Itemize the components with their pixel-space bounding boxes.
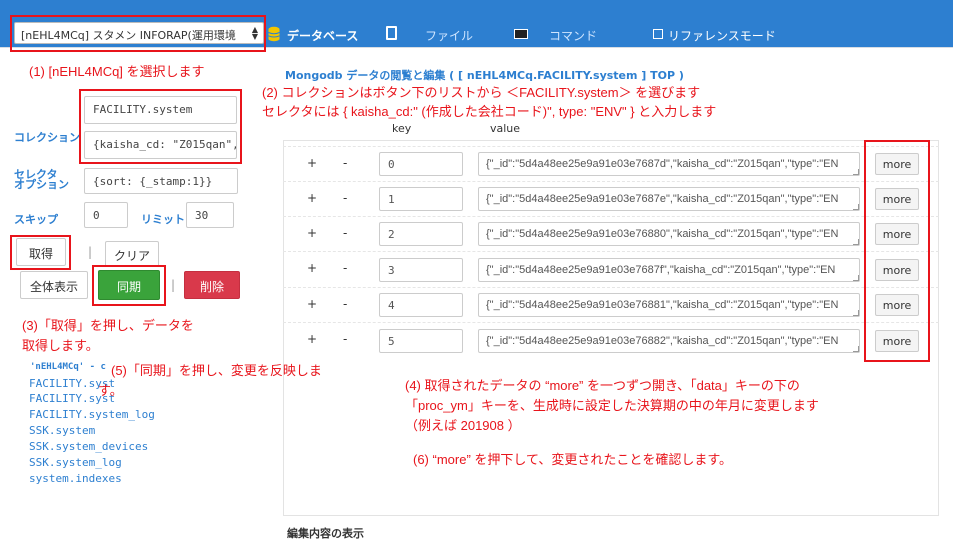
resize-handle-icon[interactable] <box>853 204 859 210</box>
key-input[interactable]: 4 <box>379 293 463 317</box>
edit-section-title: 編集内容の表示 <box>287 527 364 540</box>
reference-mode-label: リファレンスモード <box>668 29 776 43</box>
key-input[interactable]: 0 <box>379 152 463 176</box>
highlight-more-buttons <box>864 140 930 362</box>
collection-link[interactable]: system.indexes <box>29 472 122 485</box>
nav-command[interactable]: コマンド <box>549 27 597 44</box>
add-row-button[interactable]: + <box>307 297 317 311</box>
limit-label: リミット <box>141 213 185 226</box>
page-title: Mongodb データの閲覧と編集 ( [ nEHL4MCq.FACILITY.… <box>285 69 684 82</box>
table-row: + - 5 {"_id":"5d4a48ee25e9a91e03e76882",… <box>283 322 939 356</box>
collection-link[interactable]: SSK.system_log <box>29 456 122 469</box>
value-input[interactable]: {"_id":"5d4a48ee25e9a91e03e76881","kaish… <box>478 293 860 317</box>
add-row-button[interactable]: + <box>307 191 317 205</box>
resize-handle-icon[interactable] <box>853 310 859 316</box>
key-input[interactable]: 3 <box>379 258 463 282</box>
key-column-header: key <box>392 122 412 135</box>
file-icon <box>386 26 397 40</box>
remove-row-button[interactable]: - <box>343 332 347 346</box>
annotation-step3-line1: (3)「取得」を押し、データを <box>22 318 194 333</box>
remove-row-button[interactable]: - <box>343 297 347 311</box>
remove-row-button[interactable]: - <box>343 191 347 205</box>
add-row-button[interactable]: + <box>307 226 317 240</box>
highlight-get-button <box>10 235 71 270</box>
highlight-sync-button <box>92 265 166 306</box>
highlight-collection-selector <box>79 89 242 164</box>
value-input[interactable]: {"_id":"5d4a48ee25e9a91e03e76882","kaish… <box>478 329 860 353</box>
table-row: + - 0 {"_id":"5d4a48ee25e9a91e03e7687d",… <box>283 146 939 180</box>
key-input[interactable]: 2 <box>379 222 463 246</box>
add-row-button[interactable]: + <box>307 261 317 275</box>
value-column-header: value <box>490 122 521 135</box>
button-separator-2: | <box>171 278 176 292</box>
add-row-button[interactable]: + <box>307 156 317 170</box>
collection-link[interactable]: SSK.system <box>29 424 95 437</box>
annotation-step2-line1: (2) コレクションはボタン下のリストから ＜FACILITY.system＞ … <box>262 85 701 100</box>
reference-mode-checkbox[interactable] <box>653 29 663 39</box>
remove-row-button[interactable]: - <box>343 156 347 170</box>
annotation-step5-line2: す。 <box>98 383 123 398</box>
skip-input[interactable]: 0 <box>84 202 128 228</box>
key-input[interactable]: 5 <box>379 329 463 353</box>
option-label: オプション <box>14 178 69 191</box>
resize-handle-icon[interactable] <box>853 239 859 245</box>
nav-database[interactable]: データベース <box>287 27 358 44</box>
remove-row-button[interactable]: - <box>343 261 347 275</box>
value-input[interactable]: {"_id":"5d4a48ee25e9a91e03e76880","kaish… <box>478 222 860 246</box>
button-separator: | <box>88 245 93 259</box>
nav-file[interactable]: ファイル <box>425 27 473 44</box>
table-row: + - 2 {"_id":"5d4a48ee25e9a91e03e76880",… <box>283 216 939 250</box>
show-all-button[interactable]: 全体表示 <box>20 271 88 299</box>
table-row: + - 4 {"_id":"5d4a48ee25e9a91e03e76881",… <box>283 287 939 321</box>
resize-handle-icon[interactable] <box>853 275 859 281</box>
option-input[interactable]: {sort: {_stamp:1}} <box>84 168 238 194</box>
collections-header: 'nEHL4MCq' - c <box>30 362 106 372</box>
terminal-icon <box>514 29 528 39</box>
highlight-env-select <box>10 15 266 52</box>
key-input[interactable]: 1 <box>379 187 463 211</box>
database-icon <box>268 26 280 42</box>
collection-label: コレクション <box>14 131 80 144</box>
table-row: + - 3 {"_id":"5d4a48ee25e9a91e03e7687f",… <box>283 251 939 285</box>
add-row-button[interactable]: + <box>307 332 317 346</box>
resize-handle-icon[interactable] <box>853 346 859 352</box>
annotation-step2-line2: セレクタには { kaisha_cd:" (作成した会社コード)", type:… <box>262 104 717 119</box>
collection-link[interactable]: SSK.system_devices <box>29 440 148 453</box>
collection-link[interactable]: FACILITY.system_log <box>29 408 155 421</box>
annotation-step5-line1: (5)「同期」を押し、変更を反映しま <box>111 363 322 378</box>
annotation-step4-line1: (4) 取得されたデータの “more” を一つずつ開き、「data」キーの下の <box>405 378 800 393</box>
annotation-step6: (6) “more” を押下して、変更されたことを確認します。 <box>413 452 733 467</box>
skip-label: スキップ <box>14 213 58 226</box>
value-input[interactable]: {"_id":"5d4a48ee25e9a91e03e7687d","kaish… <box>478 152 860 176</box>
annotation-step3-line2: 取得します。 <box>22 338 99 353</box>
value-input[interactable]: {"_id":"5d4a48ee25e9a91e03e7687f","kaish… <box>478 258 860 282</box>
annotation-step4-line3: （例えば 201908 ） <box>405 418 521 433</box>
resize-handle-icon[interactable] <box>853 169 859 175</box>
annotation-step1: (1) [nEHL4MCq] を選択します <box>29 64 205 79</box>
annotation-step4-line2: 「proc_ym」キーを、生成時に設定した決算期の中の年月に変更します <box>405 398 819 413</box>
delete-button[interactable]: 削除 <box>184 271 240 299</box>
limit-input[interactable]: 30 <box>186 202 234 228</box>
table-row: + - 1 {"_id":"5d4a48ee25e9a91e03e7687e",… <box>283 181 939 215</box>
value-input[interactable]: {"_id":"5d4a48ee25e9a91e03e7687e","kaish… <box>478 187 860 211</box>
clear-button[interactable]: クリア <box>105 241 159 267</box>
remove-row-button[interactable]: - <box>343 226 347 240</box>
